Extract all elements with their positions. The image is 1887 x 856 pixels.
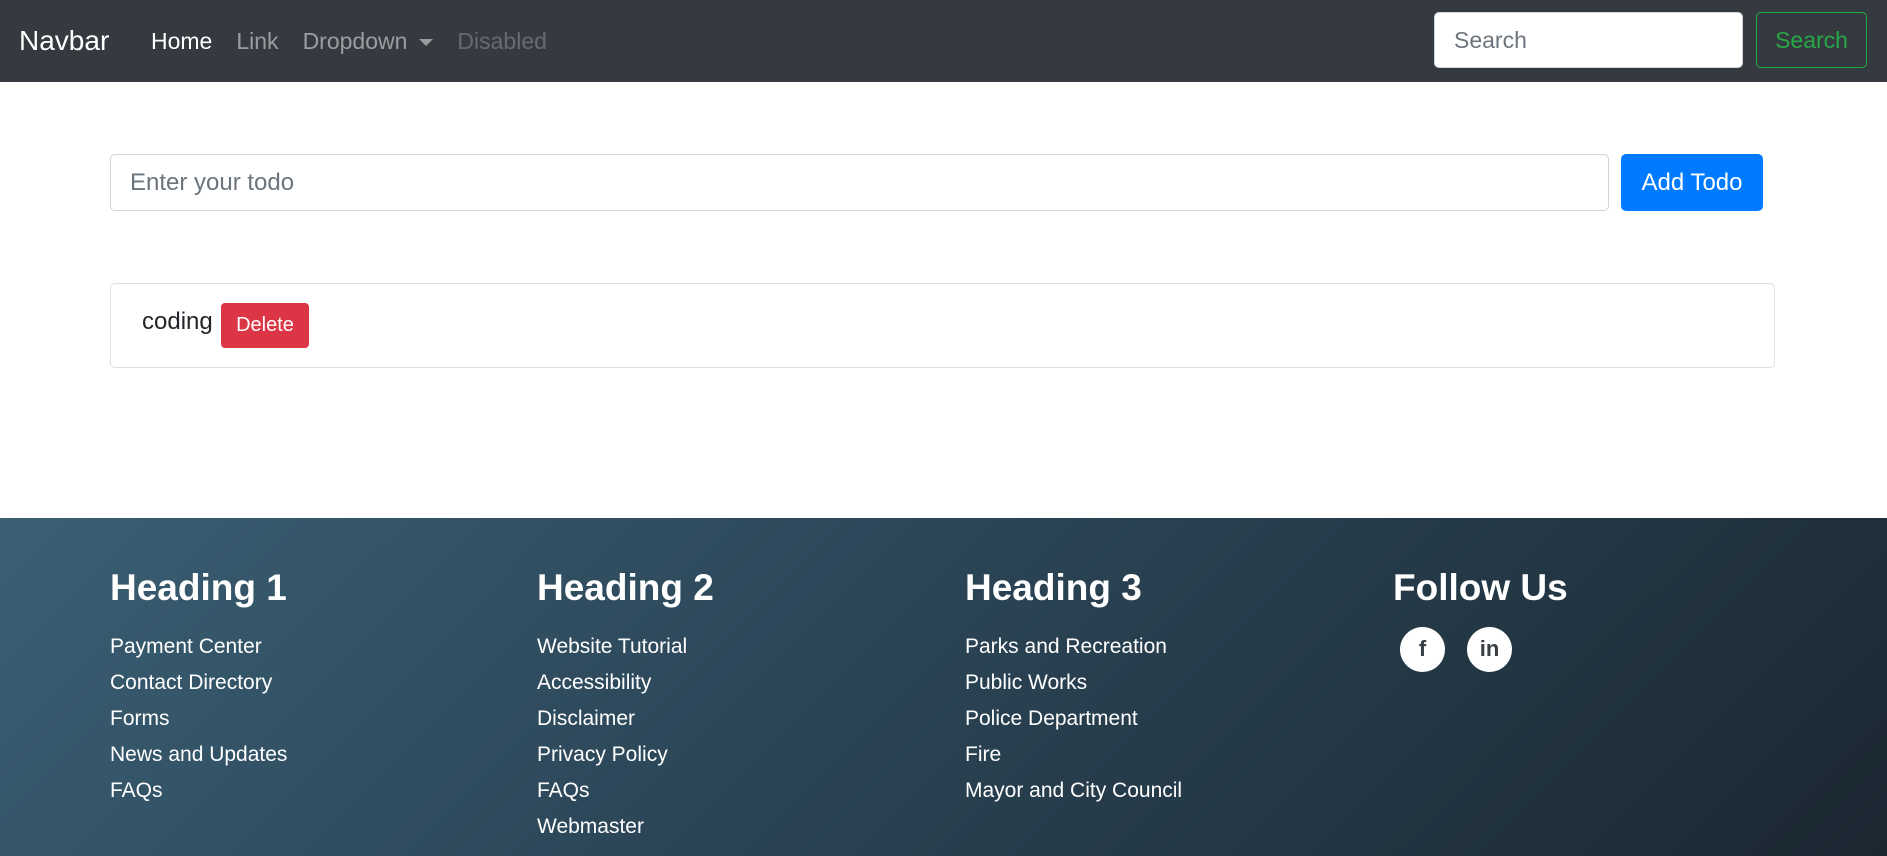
navbar-search-input[interactable] xyxy=(1434,12,1743,68)
nav-dropdown[interactable]: Dropdown xyxy=(303,28,434,55)
nav-links: Home Link Dropdown Disabled xyxy=(151,0,571,82)
footer-column-3: Heading 3 Parks and Recreation Public Wo… xyxy=(965,567,1182,809)
follow-us-heading: Follow Us xyxy=(1393,567,1568,608)
linkedin-icon[interactable]: in xyxy=(1467,626,1512,672)
footer-link[interactable]: News and Updates xyxy=(110,737,287,773)
add-todo-button[interactable]: Add Todo xyxy=(1621,154,1763,211)
navbar-search-button[interactable]: Search xyxy=(1756,12,1867,68)
footer-link[interactable]: Webmaster xyxy=(537,809,714,845)
footer-link[interactable]: FAQs xyxy=(537,773,714,809)
footer-column-1: Heading 1 Payment Center Contact Directo… xyxy=(110,567,287,809)
footer-column-follow: Follow Us f in xyxy=(1393,567,1568,672)
delete-todo-button[interactable]: Delete xyxy=(221,303,309,348)
footer-link[interactable]: Fire xyxy=(965,737,1182,773)
footer-column-2: Heading 2 Website Tutorial Accessibility… xyxy=(537,567,714,845)
footer-link[interactable]: Website Tutorial xyxy=(537,629,714,665)
todo-item-text: coding xyxy=(142,308,213,335)
footer-link[interactable]: Forms xyxy=(110,701,287,737)
footer-link[interactable]: Public Works xyxy=(965,665,1182,701)
footer-link[interactable]: Payment Center xyxy=(110,629,287,665)
footer-link[interactable]: Accessibility xyxy=(537,665,714,701)
navbar-brand[interactable]: Navbar xyxy=(19,0,109,82)
todo-list-item: coding Delete xyxy=(110,283,1775,368)
footer-heading-3: Heading 3 xyxy=(965,567,1142,608)
footer-link[interactable]: FAQs xyxy=(110,773,287,809)
footer-link[interactable]: Disclaimer xyxy=(537,701,714,737)
facebook-icon[interactable]: f xyxy=(1400,626,1445,672)
caret-down-icon xyxy=(419,38,434,46)
nav-dropdown-label: Dropdown xyxy=(302,27,408,54)
todo-input[interactable] xyxy=(110,154,1609,211)
footer-heading-2: Heading 2 xyxy=(537,567,714,608)
nav-link-home[interactable]: Home xyxy=(151,28,212,55)
navbar: Navbar Home Link Dropdown Disabled Searc… xyxy=(0,0,1887,82)
footer-link[interactable]: Mayor and City Council xyxy=(965,773,1182,809)
footer-link[interactable]: Contact Directory xyxy=(110,665,287,701)
nav-link-link[interactable]: Link xyxy=(236,28,278,55)
footer-heading-1: Heading 1 xyxy=(110,567,287,608)
nav-link-disabled: Disabled xyxy=(457,27,547,54)
social-links: f in xyxy=(1400,626,1568,672)
footer: Heading 1 Payment Center Contact Directo… xyxy=(0,518,1887,856)
footer-link[interactable]: Police Department xyxy=(965,701,1182,737)
footer-link[interactable]: Parks and Recreation xyxy=(965,629,1182,665)
footer-link[interactable]: Privacy Policy xyxy=(537,737,714,773)
